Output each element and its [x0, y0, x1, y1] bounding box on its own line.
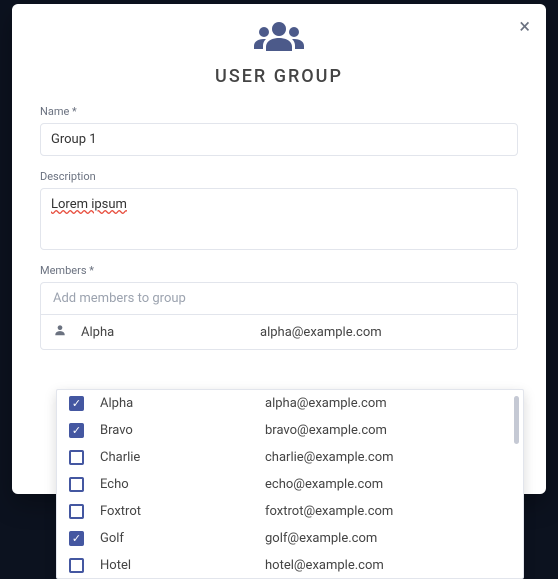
checkbox[interactable] [69, 531, 84, 546]
members-field: Members * Add members to group Alpha alp… [40, 264, 518, 350]
name-field: Name * [40, 105, 518, 156]
option-name: Charlie [100, 450, 265, 465]
description-field: Description Lorem ipsum [40, 170, 518, 250]
name-label: Name * [40, 105, 518, 118]
option-email: foxtrot@example.com [265, 504, 511, 519]
modal-header: USER GROUP [40, 20, 518, 87]
checkbox[interactable] [69, 423, 84, 438]
option-email: hotel@example.com [265, 558, 511, 573]
option-email: echo@example.com [265, 477, 511, 492]
option-name: Echo [100, 477, 265, 492]
person-icon [53, 323, 75, 341]
option-name: Foxtrot [100, 504, 265, 519]
option-name: Hotel [100, 558, 265, 573]
members-search-input[interactable]: Add members to group [41, 283, 517, 315]
checkbox[interactable] [69, 477, 84, 492]
option-email: charlie@example.com [265, 450, 511, 465]
dropdown-option[interactable]: Bravobravo@example.com [57, 417, 523, 444]
members-label: Members * [40, 264, 518, 277]
dropdown-option[interactable]: Golfgolf@example.com [57, 525, 523, 552]
dropdown-option[interactable]: Foxtrotfoxtrot@example.com [57, 498, 523, 525]
option-name: Alpha [100, 396, 265, 411]
members-dropdown[interactable]: Alphaalpha@example.comBravobravo@example… [56, 389, 524, 579]
dropdown-option[interactable]: Echoecho@example.com [57, 471, 523, 498]
checkbox[interactable] [69, 396, 84, 411]
name-input[interactable] [40, 123, 518, 156]
option-name: Bravo [100, 423, 265, 438]
description-label: Description [40, 170, 518, 183]
checkbox[interactable] [69, 504, 84, 519]
description-input[interactable]: Lorem ipsum [40, 188, 518, 250]
close-button[interactable]: × [519, 16, 530, 36]
option-email: alpha@example.com [265, 396, 511, 411]
member-email: alpha@example.com [260, 325, 505, 340]
checkbox[interactable] [69, 558, 84, 573]
members-box: Add members to group Alpha alpha@example… [40, 282, 518, 350]
modal-title: USER GROUP [40, 66, 518, 87]
option-email: bravo@example.com [265, 423, 511, 438]
checkbox[interactable] [69, 450, 84, 465]
selected-member-row: Alpha alpha@example.com [41, 315, 517, 349]
group-icon [40, 20, 518, 56]
dropdown-option[interactable]: Hotelhotel@example.com [57, 552, 523, 579]
option-name: Golf [100, 531, 265, 546]
dropdown-option[interactable]: Charliecharlie@example.com [57, 444, 523, 471]
dropdown-option[interactable]: Alphaalpha@example.com [57, 390, 523, 417]
option-email: golf@example.com [265, 531, 511, 546]
member-name: Alpha [75, 325, 260, 340]
